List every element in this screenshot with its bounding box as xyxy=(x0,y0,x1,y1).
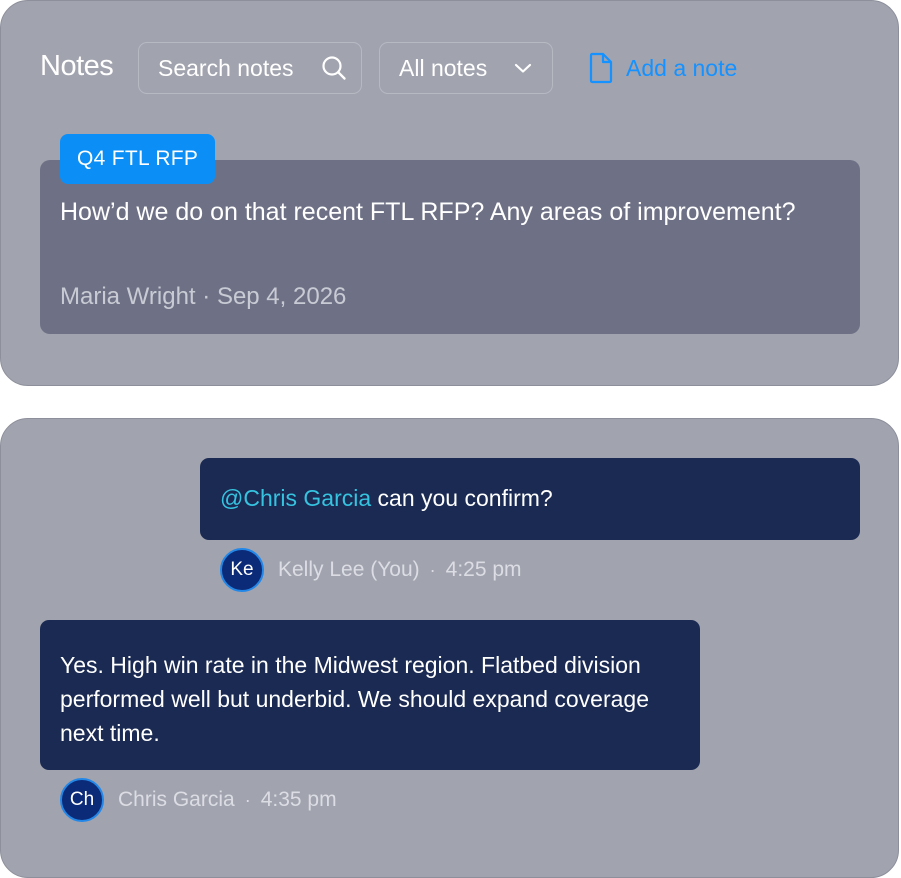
add-note-button[interactable]: Add a note xyxy=(588,52,737,84)
message-text: Yes. High win rate in the Midwest region… xyxy=(60,652,649,746)
note-date: Sep 4, 2026 xyxy=(216,283,347,310)
page-title: Notes xyxy=(40,50,114,82)
search-icon[interactable] xyxy=(321,55,347,81)
note-author: Maria Wright xyxy=(60,283,196,310)
message-time: 4:25 pm xyxy=(445,558,522,581)
note-tag[interactable]: Q4 FTL RFP xyxy=(60,134,216,184)
message-author: Chris Garcia xyxy=(118,788,235,811)
chevron-down-icon xyxy=(514,62,532,74)
message-time: 4:35 pm xyxy=(260,788,337,811)
avatar: Ke xyxy=(220,548,264,592)
note-card[interactable]: How’d we do on that recent FTL RFP? Any … xyxy=(40,160,860,334)
message-author: Kelly Lee (You) xyxy=(278,558,420,581)
filter-selected-value: All notes xyxy=(399,54,488,81)
message-text: can you confirm? xyxy=(371,485,553,511)
message-bubble: Yes. High win rate in the Midwest region… xyxy=(40,620,700,770)
message-author-row: Ke Kelly Lee (You) · 4:25 pm xyxy=(220,548,522,592)
message-meta-separator: · xyxy=(244,789,251,810)
document-icon xyxy=(588,52,614,84)
notes-filter-select[interactable]: All notes xyxy=(379,42,553,94)
user-mention[interactable]: @Chris Garcia xyxy=(220,485,371,511)
note-body: How’d we do on that recent FTL RFP? Any … xyxy=(60,198,796,226)
search-input[interactable] xyxy=(158,54,318,82)
message-meta-separator: · xyxy=(429,559,436,580)
note-meta-separator: · xyxy=(202,283,211,310)
add-note-label: Add a note xyxy=(626,54,738,81)
message-bubble: @Chris Garcia can you confirm? xyxy=(200,458,860,540)
search-field[interactable] xyxy=(138,42,362,94)
avatar: Ch xyxy=(60,778,104,822)
message-author-row: Ch Chris Garcia · 4:35 pm xyxy=(60,778,337,822)
note-meta: Maria Wright · Sep 4, 2026 xyxy=(60,283,346,311)
